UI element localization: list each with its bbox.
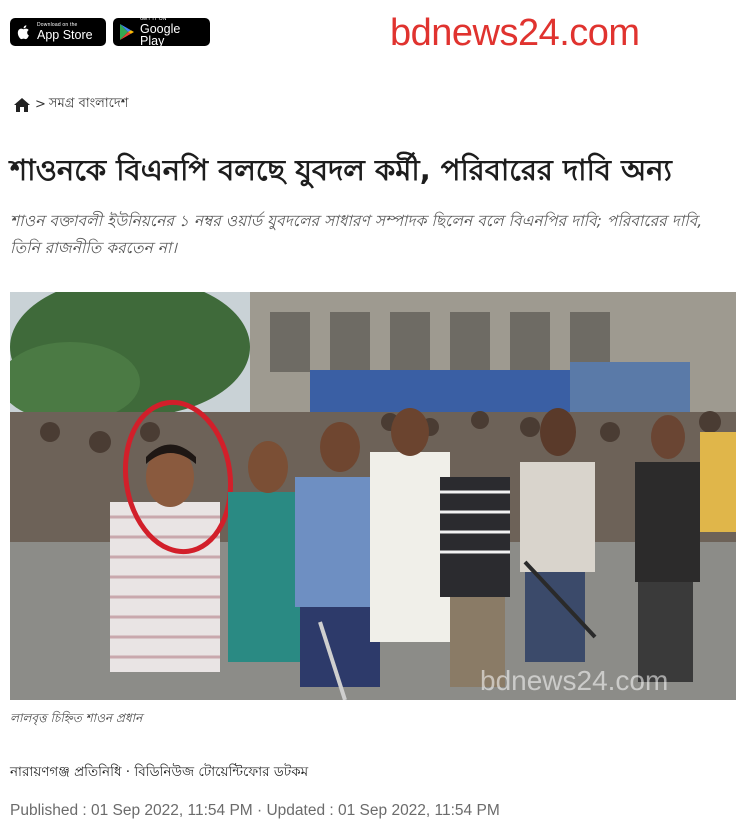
breadcrumb-section-link[interactable]: সমগ্র বাংলাদেশ xyxy=(49,94,128,115)
home-icon[interactable] xyxy=(13,97,31,113)
app-store-small-text: Download on the xyxy=(37,21,78,28)
google-play-icon xyxy=(120,24,134,40)
photo-caption: লালবৃত্ত চিহ্নিত শাওন প্রধান xyxy=(10,711,143,725)
breadcrumb: > সমগ্র বাংলাদেশ xyxy=(13,94,128,115)
top-bar: Download on the App Store GET IT ON Goog… xyxy=(0,0,746,70)
site-logo[interactable]: bdnews24.com xyxy=(390,10,640,56)
google-play-button[interactable]: GET IT ON Google Play xyxy=(113,15,210,48)
google-play-small-text: GET IT ON xyxy=(140,15,167,22)
breadcrumb-separator: > xyxy=(35,97,46,112)
apple-icon xyxy=(17,25,29,40)
article-summary: শাওন বক্তাবলী ইউনিয়নের ১ নম্বর ওয়ার্ড … xyxy=(10,212,703,257)
article-byline: নারায়ণগঞ্জ প্রতিনিধি · বিডিনিউজ টোয়েন্… xyxy=(10,764,309,780)
app-store-label: App Store xyxy=(37,27,93,42)
photo-illustration: bdnews24.com xyxy=(10,292,736,700)
photo-watermark: bdnews24.com xyxy=(480,665,668,696)
app-store-button[interactable]: Download on the App Store xyxy=(10,18,106,46)
article-headline: শাওনকে বিএনপি বলছে যুবদল কর্মী, পরিবারের… xyxy=(10,153,672,187)
published-updated-dates: Published : 01 Sep 2022, 11:54 PM · Upda… xyxy=(10,802,500,819)
google-play-label: Google Play xyxy=(140,21,181,48)
article-photo: bdnews24.com xyxy=(10,292,736,700)
